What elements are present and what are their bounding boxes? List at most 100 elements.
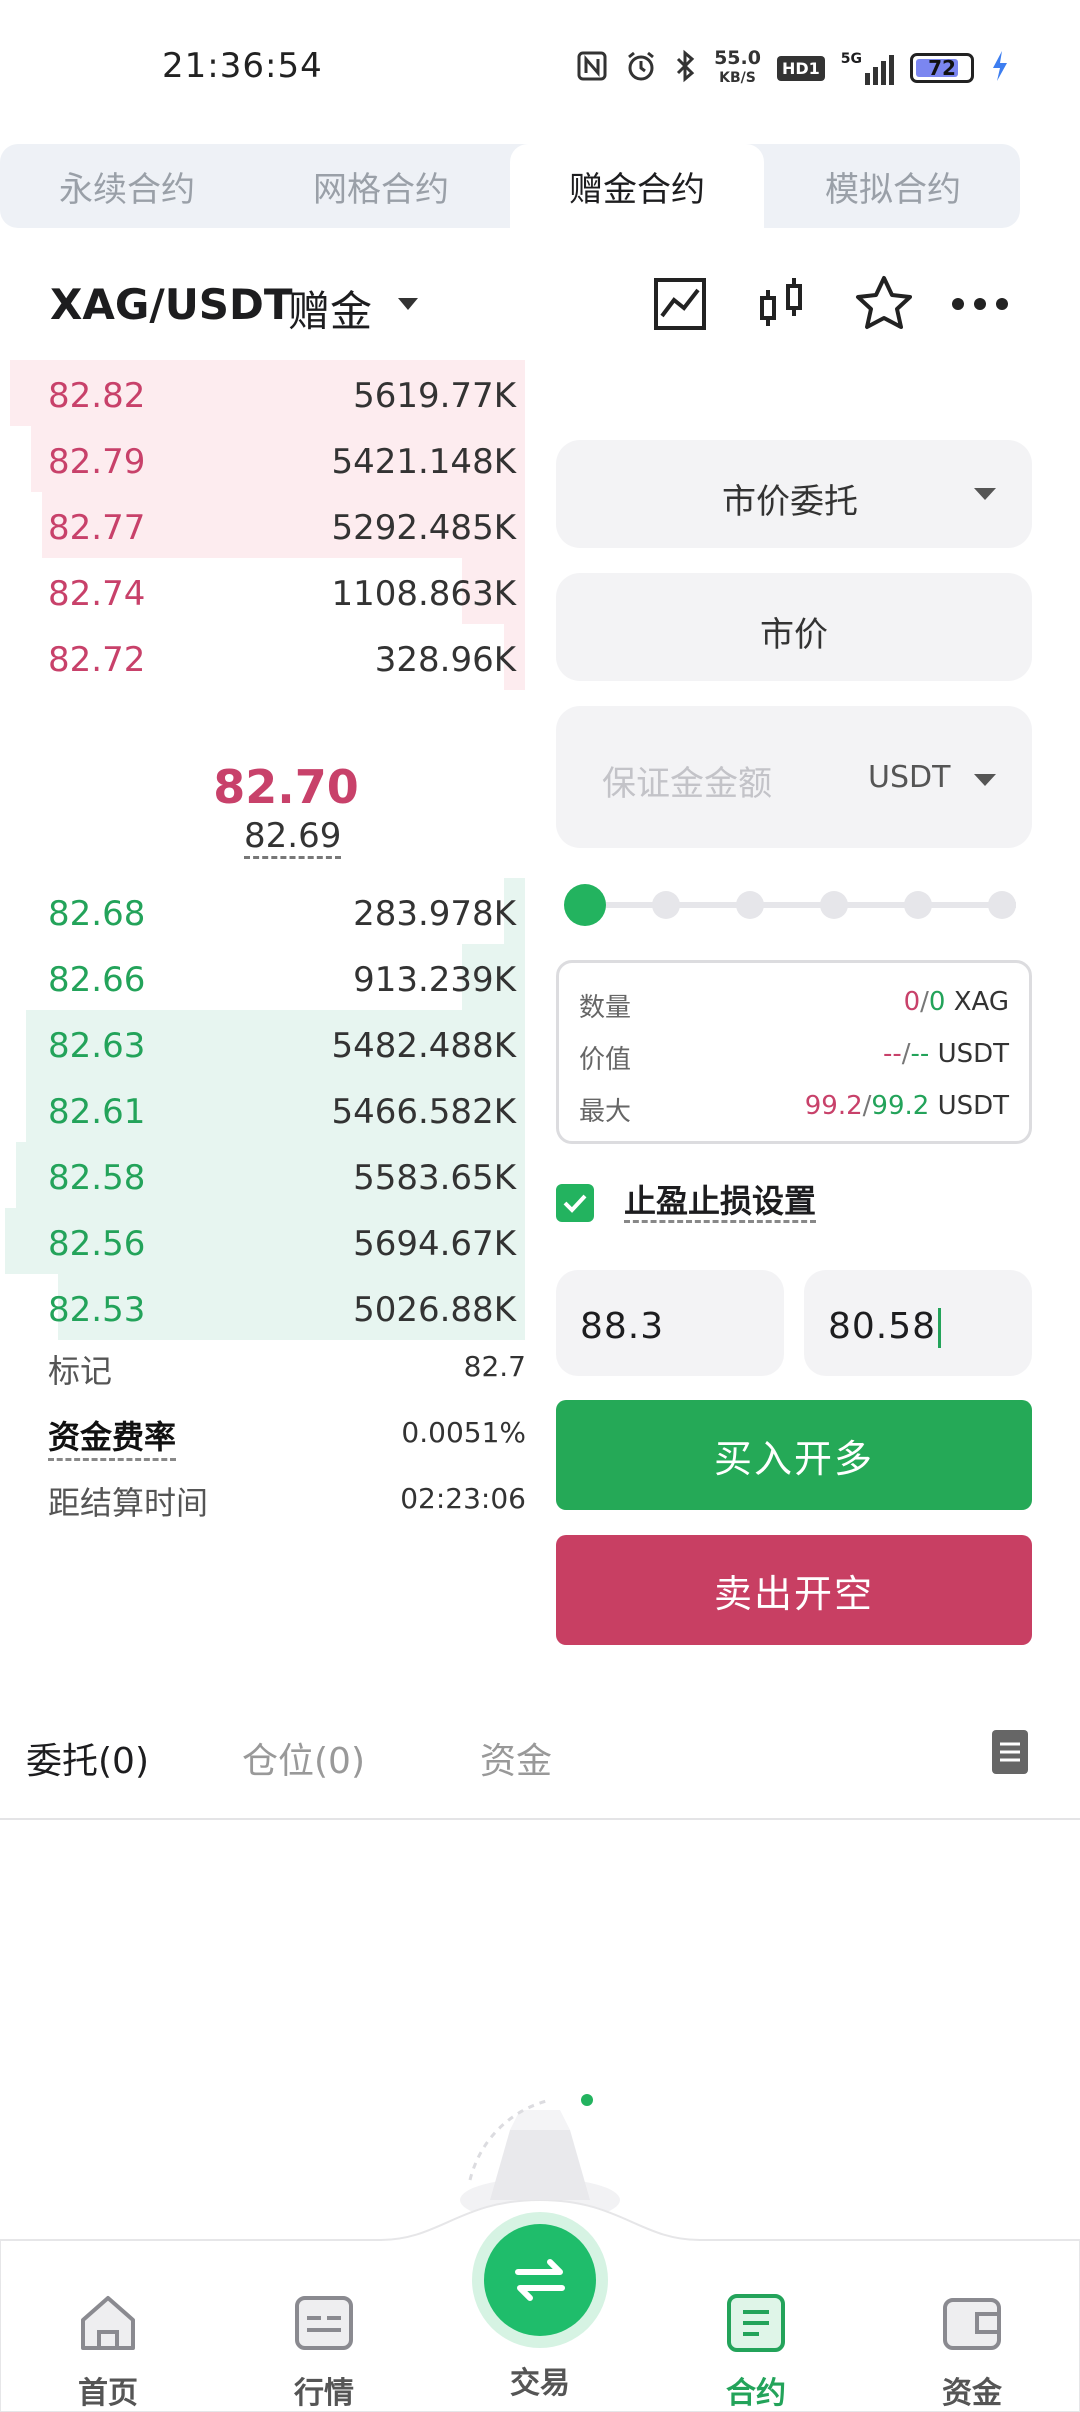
candlestick-icon[interactable] — [750, 272, 814, 336]
bid-quantity: 5466.582K — [331, 1092, 516, 1132]
ask-quantity: 5421.148K — [331, 442, 516, 482]
bid-row[interactable]: 82.53 5026.88K — [0, 1274, 530, 1340]
wallet-icon — [943, 2298, 1001, 2350]
value-row: 价值 --/-- USDT — [579, 1039, 1009, 1079]
alarm-icon — [624, 49, 658, 87]
bid-price: 82.56 — [48, 1224, 146, 1264]
market-icon — [295, 2296, 353, 2350]
quantity-row: 数量 0/0 XAG — [579, 987, 1009, 1027]
status-icons: 55.0 KB/S HD1 5G 72 — [576, 46, 1010, 90]
swap-icon — [515, 2259, 565, 2301]
ask-row[interactable]: 82.72 328.96K — [0, 624, 530, 690]
tab-bonus[interactable]: 赠金合约 — [510, 144, 764, 228]
stop-loss-input[interactable]: 80.58 — [804, 1270, 1032, 1376]
ask-row[interactable]: 82.79 5421.148K — [0, 426, 530, 492]
bid-row[interactable]: 82.56 5694.67K — [0, 1208, 530, 1274]
more-icon[interactable] — [948, 272, 1012, 336]
trade-fab-button[interactable] — [472, 2212, 608, 2348]
battery-icon: 72 — [910, 53, 974, 83]
value-value: --/-- USDT — [883, 1039, 1009, 1069]
tab-demo[interactable]: 模拟合约 — [766, 144, 1020, 228]
pair-bonus-label[interactable]: 赠金 — [288, 278, 372, 339]
quantity-value: 0/0 XAG — [903, 987, 1009, 1017]
slider-step[interactable] — [820, 891, 848, 919]
price-field[interactable]: 市价 — [556, 573, 1032, 681]
bid-row[interactable]: 82.61 5466.582K — [0, 1076, 530, 1142]
margin-placeholder: 保证金金额 — [602, 764, 772, 804]
tab-grid[interactable]: 网格合约 — [254, 144, 508, 228]
bid-price: 82.61 — [48, 1092, 146, 1132]
signal-label: 5G — [840, 51, 862, 67]
contract-icon — [727, 2294, 785, 2352]
charging-icon — [990, 49, 1010, 87]
buy-long-button[interactable]: 买入开多 — [556, 1400, 1032, 1510]
sell-short-button[interactable]: 卖出开空 — [556, 1535, 1032, 1645]
tpsl-label[interactable]: 止盈止损设置 — [624, 1182, 817, 1223]
ask-row[interactable]: 82.74 1108.863K — [0, 558, 530, 624]
max-label: 最大 — [579, 1097, 632, 1127]
margin-amount-input[interactable]: 保证金金额 USDT — [556, 706, 1032, 848]
pair-header: XAG/USDT 赠金 — [0, 260, 1080, 350]
star-icon[interactable] — [852, 272, 916, 336]
nav-home-label: 首页 — [78, 2376, 138, 2411]
slider-step[interactable] — [652, 891, 680, 919]
tpsl-checkbox[interactable] — [556, 1184, 594, 1222]
bid-row[interactable]: 82.68 283.978K — [0, 878, 530, 944]
mark-price[interactable]: 82.69 — [244, 816, 342, 859]
bid-quantity: 5583.65K — [353, 1158, 516, 1198]
bid-row[interactable]: 82.63 5482.488K — [0, 1010, 530, 1076]
chart-line-icon[interactable] — [648, 272, 712, 336]
status-bar: 21:36:54 55.0 KB/S HD1 5G 72 — [0, 0, 1080, 140]
nav-contract-label: 合约 — [726, 2376, 786, 2411]
tab-funds[interactable]: 资金 — [480, 1732, 552, 1784]
settle-value: 02:23:06 — [400, 1482, 526, 1515]
nav-contract[interactable]: 合约 — [686, 2290, 826, 2412]
tab-perpetual[interactable]: 永续合约 — [0, 144, 254, 228]
order-tabs: 委托(0) 仓位(0) 资金 — [0, 1720, 1080, 1820]
nav-funds[interactable]: 资金 — [902, 2290, 1042, 2412]
net-speed-value: 55.0 — [714, 47, 761, 69]
ask-quantity: 5619.77K — [353, 376, 516, 416]
margin-unit[interactable]: USDT — [868, 760, 950, 795]
bid-price: 82.66 — [48, 960, 146, 1000]
order-type-select[interactable]: 市价委托 — [556, 440, 1032, 548]
nav-funds-label: 资金 — [942, 2376, 1002, 2411]
bluetooth-icon — [674, 49, 698, 87]
slider-step[interactable] — [904, 891, 932, 919]
battery-level: 72 — [928, 56, 956, 80]
funding-value: 0.0051% — [401, 1416, 526, 1449]
slider-step[interactable] — [736, 891, 764, 919]
text-cursor — [938, 1308, 942, 1348]
nav-trade-label[interactable]: 交易 — [470, 2358, 610, 2402]
order-summary-box: 数量 0/0 XAG 价值 --/-- USDT 最大 99.2/99.2 US… — [556, 960, 1032, 1144]
chevron-down-icon[interactable] — [974, 774, 996, 786]
take-profit-input[interactable]: 88.3 — [556, 1270, 784, 1376]
ask-row[interactable]: 82.82 5619.77K — [0, 360, 530, 426]
slider-handle[interactable] — [564, 884, 606, 926]
mark-row: 标记 82.7 — [48, 1346, 526, 1396]
settle-label: 距结算时间 — [48, 1484, 209, 1522]
max-row: 最大 99.2/99.2 USDT — [579, 1091, 1009, 1131]
ask-row[interactable]: 82.77 5292.485K — [0, 492, 530, 558]
bid-row[interactable]: 82.66 913.239K — [0, 944, 530, 1010]
document-icon[interactable] — [992, 1730, 1028, 1774]
margin-slider[interactable] — [556, 880, 1036, 930]
pair-dropdown-icon[interactable] — [398, 298, 418, 310]
max-value: 99.2/99.2 USDT — [804, 1091, 1009, 1121]
funding-label[interactable]: 资金费率 — [48, 1412, 177, 1461]
bid-quantity: 913.239K — [353, 960, 516, 1000]
slider-step[interactable] — [988, 891, 1016, 919]
tab-orders[interactable]: 委托(0) — [26, 1732, 149, 1784]
price-value: 市价 — [760, 615, 828, 655]
pair-title[interactable]: XAG/USDT — [50, 280, 293, 329]
nav-home[interactable]: 首页 — [38, 2290, 178, 2412]
nav-market[interactable]: 行情 — [254, 2290, 394, 2412]
tab-positions[interactable]: 仓位(0) — [242, 1732, 365, 1784]
ask-price: 82.79 — [48, 442, 146, 482]
net-speed: 55.0 KB/S — [714, 49, 761, 87]
mark-label: 标记 — [48, 1352, 113, 1390]
mark-value: 82.7 — [463, 1350, 526, 1383]
quantity-label: 数量 — [579, 993, 632, 1023]
bid-row[interactable]: 82.58 5583.65K — [0, 1142, 530, 1208]
bid-quantity: 283.978K — [353, 894, 516, 934]
